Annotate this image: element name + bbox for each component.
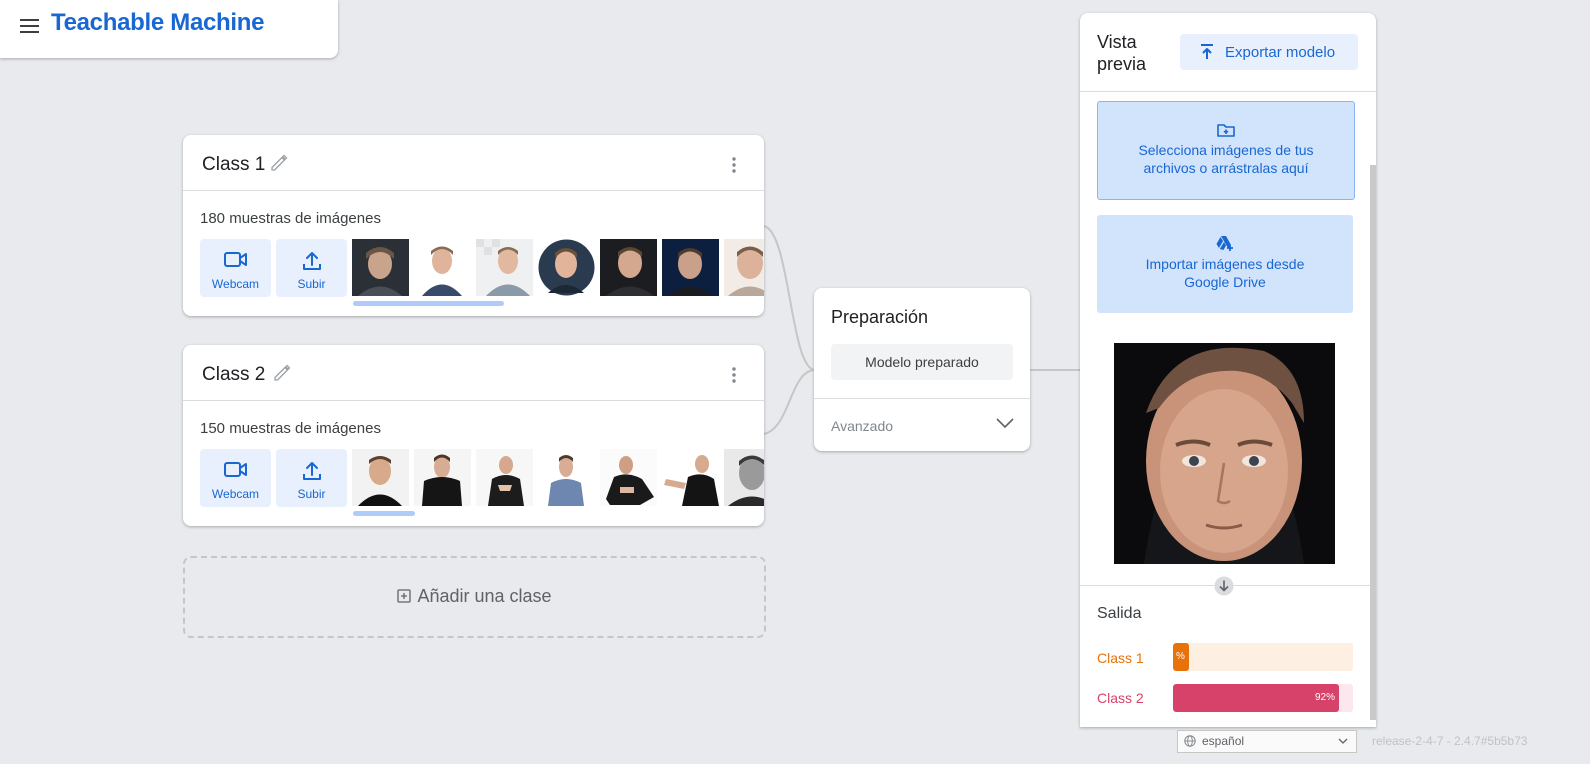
strip-scrollbar[interactable] bbox=[353, 511, 415, 516]
add-class-row: Añadir una clase bbox=[185, 586, 764, 607]
output-percent: 92% bbox=[1315, 692, 1336, 703]
folder-add-icon bbox=[1217, 124, 1235, 137]
class-name[interactable]: Class 2 bbox=[202, 364, 265, 386]
chevron-down-icon bbox=[996, 418, 1014, 429]
strip-scrollbar[interactable] bbox=[353, 301, 504, 306]
training-card: Preparación Modelo preparado Avanzado bbox=[814, 288, 1030, 451]
videocam-icon bbox=[224, 462, 247, 477]
sample-thumbnail[interactable] bbox=[538, 449, 595, 506]
version-label: release-2-4-7 - 2.4.7#5b5b73 bbox=[1372, 734, 1528, 748]
sample-thumbnail[interactable] bbox=[414, 239, 471, 296]
file-select-dropzone[interactable]: Selecciona imágenes de tus archivos o ar… bbox=[1097, 101, 1355, 200]
sample-thumbnail[interactable] bbox=[352, 449, 409, 506]
webcam-label: Webcam bbox=[211, 487, 260, 501]
sample-thumbnail[interactable] bbox=[352, 239, 409, 296]
sample-thumbnail[interactable] bbox=[600, 239, 657, 296]
more-vert-icon[interactable] bbox=[724, 155, 744, 175]
sample-count: 180 muestras de imágenes bbox=[200, 210, 381, 227]
drive-import-label: Importar imágenes desde Google Drive bbox=[1145, 256, 1305, 290]
webcam-button[interactable]: Webcam bbox=[200, 239, 271, 297]
more-vert-icon[interactable] bbox=[724, 365, 744, 385]
arrow-down-circle-icon bbox=[1214, 576, 1234, 596]
google-drive-import-button[interactable]: Importar imágenes desde Google Drive bbox=[1097, 215, 1353, 313]
output-label-class-1: Class 1 bbox=[1097, 650, 1144, 666]
add-class-label: Añadir una clase bbox=[417, 586, 552, 606]
sample-thumbnail[interactable] bbox=[724, 239, 764, 296]
divider bbox=[1080, 91, 1376, 92]
sample-thumbnail[interactable] bbox=[538, 239, 595, 296]
globe-icon bbox=[1184, 735, 1196, 747]
advanced-label: Avanzado bbox=[831, 418, 894, 434]
advanced-toggle[interactable]: Avanzado bbox=[814, 398, 1030, 452]
class-name[interactable]: Class 1 bbox=[202, 154, 265, 176]
training-title: Preparación bbox=[831, 307, 929, 327]
sample-strip[interactable]: Webcam Subir bbox=[200, 449, 764, 507]
drive-add-icon bbox=[1216, 236, 1233, 251]
menu-icon[interactable] bbox=[19, 15, 41, 37]
class-card-header: Class 1 bbox=[183, 135, 764, 191]
upload-label: Subir bbox=[297, 487, 326, 501]
panel-scrollbar[interactable] bbox=[1370, 165, 1376, 720]
export-label: Exportar modelo bbox=[1225, 44, 1336, 61]
webcam-label: Webcam bbox=[211, 277, 260, 291]
file-select-label: Selecciona imágenes de tus archivos o ar… bbox=[1138, 142, 1314, 176]
preview-title: Vista previa bbox=[1097, 32, 1147, 74]
upload-label: Subir bbox=[297, 277, 326, 291]
sample-thumbnail[interactable] bbox=[724, 449, 764, 506]
file-upload-icon bbox=[1201, 44, 1213, 59]
class-card-1: Class 1 180 muestras de imágenes Webcam … bbox=[183, 135, 764, 316]
language-value: español bbox=[1202, 734, 1245, 748]
add-box-icon bbox=[397, 589, 412, 603]
chevron-down-icon bbox=[1338, 738, 1348, 744]
sample-thumbnail[interactable] bbox=[414, 449, 471, 506]
webcam-button[interactable]: Webcam bbox=[200, 449, 271, 507]
upload-button[interactable]: Subir bbox=[276, 449, 347, 507]
preview-panel: Vista previa Exportar modelo Selecciona … bbox=[1080, 13, 1376, 727]
videocam-icon bbox=[224, 252, 247, 267]
upload-button[interactable]: Subir bbox=[276, 239, 347, 297]
output-label-class-2: Class 2 bbox=[1097, 690, 1144, 706]
class-card-header: Class 2 bbox=[183, 345, 764, 401]
sample-count: 150 muestras de imágenes bbox=[200, 420, 381, 437]
output-bar-class-2: 92% bbox=[1173, 684, 1353, 712]
pencil-icon[interactable] bbox=[272, 362, 292, 382]
pencil-icon[interactable] bbox=[269, 152, 289, 172]
app-header: Teachable Machine bbox=[0, 0, 338, 58]
sample-thumbnail[interactable] bbox=[662, 239, 719, 296]
app-title[interactable]: Teachable Machine bbox=[51, 9, 265, 37]
output-bar-class-1: % bbox=[1173, 643, 1353, 671]
output-percent: % bbox=[1176, 651, 1185, 662]
add-class-button[interactable]: Añadir una clase bbox=[183, 556, 766, 638]
class-card-2: Class 2 150 muestras de imágenes Webcam … bbox=[183, 345, 764, 526]
sample-thumbnail[interactable] bbox=[662, 449, 719, 506]
upload-icon bbox=[303, 462, 321, 480]
output-title: Salida bbox=[1097, 605, 1142, 622]
preview-image bbox=[1114, 343, 1335, 564]
train-model-button[interactable]: Modelo preparado bbox=[831, 344, 1013, 380]
sample-thumbnail[interactable] bbox=[600, 449, 657, 506]
upload-icon bbox=[303, 252, 321, 270]
language-select[interactable]: español bbox=[1177, 730, 1357, 753]
sample-strip[interactable]: Webcam Subir bbox=[200, 239, 764, 297]
export-model-button[interactable]: Exportar modelo bbox=[1180, 34, 1358, 70]
sample-thumbnail[interactable] bbox=[476, 239, 533, 296]
sample-thumbnail[interactable] bbox=[476, 449, 533, 506]
